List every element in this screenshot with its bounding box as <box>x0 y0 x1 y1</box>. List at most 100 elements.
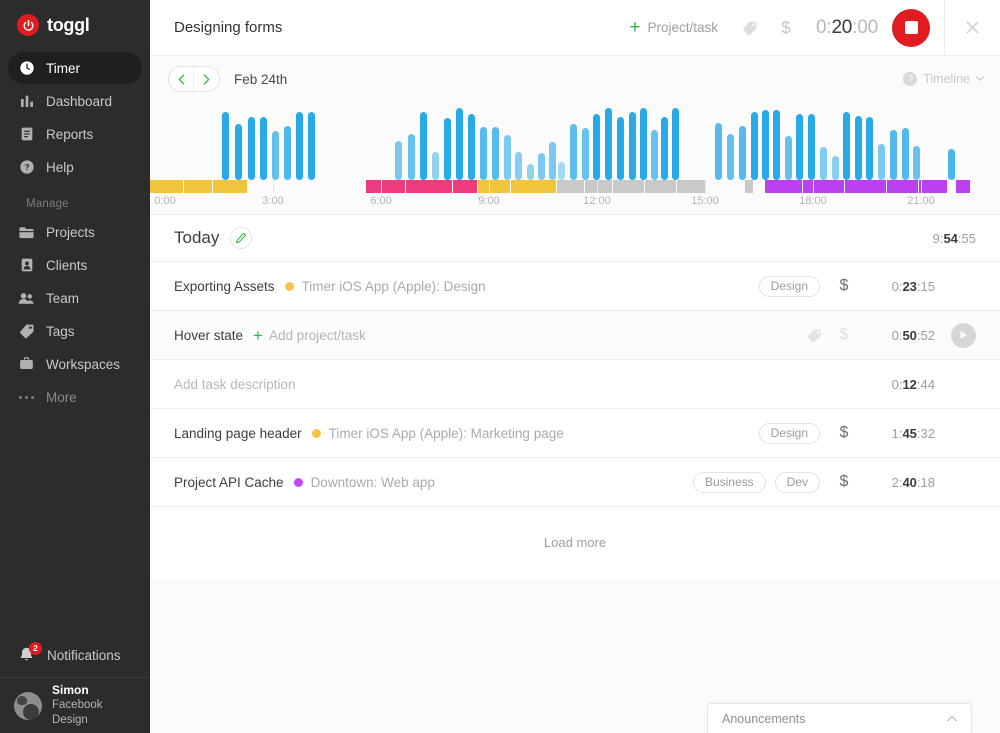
activity-segment[interactable] <box>745 180 753 193</box>
entry-duration[interactable]: 1:45:32 <box>859 426 935 441</box>
day-total: 9:54:55 <box>933 231 976 246</box>
entry-project[interactable]: Timer iOS App (Apple): Design <box>302 279 486 294</box>
entry-description[interactable]: Hover state <box>174 328 243 343</box>
entry-duration[interactable]: 2:40:18 <box>859 475 935 490</box>
tag-button[interactable] <box>799 328 829 343</box>
activity-segment[interactable] <box>213 180 247 193</box>
activity-segment[interactable] <box>645 180 676 193</box>
sidebar-item-reports[interactable]: Reports <box>8 118 142 150</box>
billable-button[interactable]: $ <box>768 10 804 46</box>
sidebar-item-projects[interactable]: Projects <box>8 216 142 248</box>
activity-segment[interactable] <box>184 180 212 193</box>
sidebar-item-label: Projects <box>46 225 95 240</box>
activity-bar <box>672 108 679 180</box>
activity-segment[interactable] <box>406 180 452 193</box>
timeline-panel: Feb 24th ? Timeline 0:003:006:009:0012:0… <box>150 56 1000 215</box>
activity-bar <box>866 117 873 180</box>
activity-segment[interactable] <box>453 180 477 193</box>
sidebar-item-team[interactable]: Team <box>8 282 142 314</box>
chevron-right-icon <box>203 74 210 85</box>
sidebar-item-notifications[interactable]: 2 Notifications <box>0 633 150 677</box>
timeline-mode-label: Timeline <box>923 72 970 86</box>
timer-tail: :00 <box>852 17 878 38</box>
brand-name: toggl <box>47 15 89 36</box>
announcements-panel[interactable]: Anouncements <box>707 703 972 733</box>
tag-chip[interactable]: Design <box>759 423 820 444</box>
axis-tick <box>489 180 490 193</box>
sidebar-item-more[interactable]: More <box>8 381 142 413</box>
document-icon <box>18 126 35 143</box>
table-row[interactable]: Project API Cache Downtown: Web app Busine… <box>150 458 1000 507</box>
entry-project[interactable]: Timer iOS App (Apple): Marketing page <box>329 426 564 441</box>
sidebar-item-clients[interactable]: Clients <box>8 249 142 281</box>
edit-day-button[interactable] <box>230 227 252 249</box>
tag-chip[interactable]: Dev <box>775 472 820 493</box>
close-button[interactable] <box>944 0 1000 56</box>
billable-button[interactable]: $ <box>829 277 859 295</box>
activity-bar <box>420 112 427 180</box>
activity-segment[interactable] <box>803 180 844 193</box>
activity-segment[interactable] <box>150 180 183 193</box>
prev-day-button[interactable] <box>169 67 194 91</box>
entry-duration[interactable]: 0:12:44 <box>859 377 935 392</box>
billable-button[interactable]: $ <box>829 424 859 442</box>
activity-segment[interactable] <box>613 180 644 193</box>
dur-mid: 40 <box>902 475 916 490</box>
billable-button[interactable]: $ <box>829 473 859 491</box>
activity-segment[interactable] <box>511 180 556 193</box>
activity-segment[interactable] <box>557 180 584 193</box>
entry-project[interactable]: Downtown: Web app <box>311 475 435 490</box>
table-row[interactable]: Hover state +Add project/task $0:50:52 <box>150 311 1000 360</box>
entry-description[interactable]: Add task description <box>174 377 296 392</box>
tag-chip[interactable]: Business <box>693 472 766 493</box>
activity-segment[interactable] <box>585 180 612 193</box>
tag-chip[interactable]: Design <box>759 276 820 297</box>
stop-button[interactable] <box>892 9 930 47</box>
axis-tick-label: 18:00 <box>799 195 827 207</box>
toggl-app: toggl Timer <box>0 0 1000 733</box>
activity-segment[interactable] <box>919 180 947 193</box>
activity-segment[interactable] <box>677 180 706 193</box>
entry-description[interactable]: Project API Cache <box>174 475 284 490</box>
activity-segment[interactable] <box>765 180 802 193</box>
add-project-label: Add project/task <box>269 328 366 343</box>
timer-display[interactable]: 0:20:00 <box>804 17 892 39</box>
timer-description[interactable]: Designing forms <box>174 19 615 36</box>
activity-bar <box>308 112 315 180</box>
activity-bar <box>843 112 850 180</box>
table-row[interactable]: Landing page header Timer iOS App (Apple)… <box>150 409 1000 458</box>
brand-logo[interactable]: toggl <box>0 0 150 48</box>
activity-segment[interactable] <box>887 180 918 193</box>
entry-duration[interactable]: 0:23:15 <box>859 279 935 294</box>
user-org: Facebook Design <box>52 698 136 728</box>
activity-segment[interactable] <box>366 180 405 193</box>
axis-tick <box>273 180 274 193</box>
timeline-mode-selector[interactable]: ? Timeline <box>903 72 984 86</box>
add-project-button[interactable]: + Project/task <box>615 18 732 37</box>
plus-icon: + <box>629 18 640 37</box>
play-icon <box>959 330 968 340</box>
table-row[interactable]: Exporting Assets Timer iOS App (Apple): D… <box>150 262 1000 311</box>
play-button[interactable] <box>951 323 976 348</box>
user-profile[interactable]: Simon Facebook Design <box>0 677 150 733</box>
day-navigation <box>168 66 220 92</box>
activity-segment[interactable] <box>478 180 510 193</box>
sidebar-item-dashboard[interactable]: Dashboard <box>8 85 142 117</box>
activity-segment[interactable] <box>956 180 970 193</box>
activity-segment[interactable] <box>845 180 886 193</box>
sidebar-item-timer[interactable]: Timer <box>8 52 142 84</box>
entry-duration[interactable]: 0:50:52 <box>859 328 935 343</box>
table-row[interactable]: Add task description$0:12:44 <box>150 360 1000 409</box>
billable-button[interactable]: $ <box>829 326 859 344</box>
tag-button[interactable] <box>732 10 768 46</box>
activity-bar <box>527 164 534 180</box>
sidebar-item-tags[interactable]: Tags <box>8 315 142 347</box>
next-day-button[interactable] <box>194 67 219 91</box>
load-more-button[interactable]: Load more <box>150 507 1000 578</box>
sidebar-item-workspaces[interactable]: Workspaces <box>8 348 142 380</box>
entry-description[interactable]: Exporting Assets <box>174 279 275 294</box>
activity-bar <box>878 144 885 180</box>
entry-description[interactable]: Landing page header <box>174 426 302 441</box>
sidebar-item-help[interactable]: ? Help <box>8 151 142 183</box>
add-project-button[interactable]: +Add project/task <box>253 327 366 344</box>
